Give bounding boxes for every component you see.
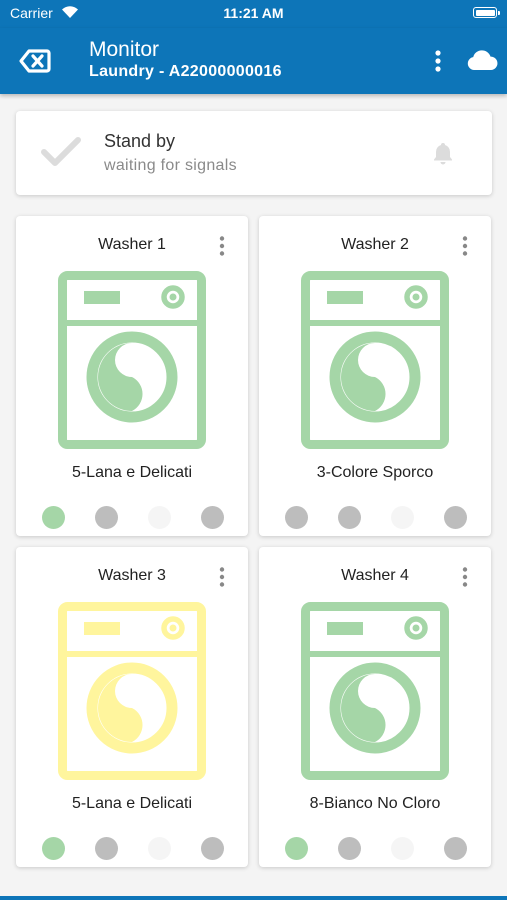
status-indicator <box>444 506 467 529</box>
page-title: Monitor <box>89 38 160 61</box>
more-vert-icon[interactable] <box>218 566 226 588</box>
status-indicator <box>95 506 118 529</box>
bell-icon[interactable] <box>432 141 454 165</box>
washer-program: 8-Bianco No Cloro <box>309 795 441 812</box>
washer-program: 3-Colore Sporco <box>316 464 434 481</box>
status-bar: Carrier 11:21 AM <box>0 0 507 28</box>
status-indicator <box>285 506 308 529</box>
page-subtitle: Laundry - A22000000016 <box>89 63 282 80</box>
washer-card-2[interactable]: Washer 2 3-Colore Sporco <box>259 216 491 536</box>
status-indicator <box>201 837 224 860</box>
status-card: Stand by waiting for signals <box>16 111 492 195</box>
washer-card-1[interactable]: Washer 1 5-Lana e Delicati <box>16 216 248 536</box>
more-vert-icon[interactable] <box>430 49 446 73</box>
washer-card-4[interactable]: Washer 4 8-Bianco No Cloro <box>259 547 491 867</box>
more-vert-icon[interactable] <box>218 235 226 257</box>
cloud-icon[interactable] <box>466 48 498 72</box>
status-indicator <box>42 837 65 860</box>
more-vert-icon[interactable] <box>461 235 469 257</box>
clock: 11:21 AM <box>223 5 284 21</box>
status-indicator <box>338 837 361 860</box>
washing-machine-icon <box>301 271 449 449</box>
check-icon <box>41 137 81 166</box>
header-titles: Monitor Laundry - A22000000016 <box>89 38 282 82</box>
washing-machine-icon <box>58 602 206 780</box>
status-subtitle: waiting for signals <box>104 157 237 174</box>
washer-name: Washer 2 <box>341 236 409 253</box>
status-indicator <box>42 506 65 529</box>
status-indicator <box>201 506 224 529</box>
app-bar: Monitor Laundry - A22000000016 <box>0 28 507 94</box>
washing-machine-icon <box>301 602 449 780</box>
washing-machine-icon <box>58 271 206 449</box>
washer-program: 5-Lana e Delicati <box>71 795 193 812</box>
status-indicator <box>391 837 414 860</box>
washer-card-3[interactable]: Washer 3 5-Lana e Delicati <box>16 547 248 867</box>
backspace-icon[interactable] <box>18 46 52 76</box>
status-indicator <box>338 506 361 529</box>
washer-name: Washer 4 <box>341 567 409 584</box>
status-indicator <box>95 837 118 860</box>
status-indicator <box>285 837 308 860</box>
bottom-edge <box>0 896 507 900</box>
washer-name: Washer 3 <box>98 567 166 584</box>
washer-name: Washer 1 <box>98 236 166 253</box>
washer-program: 5-Lana e Delicati <box>71 464 193 481</box>
more-vert-icon[interactable] <box>461 566 469 588</box>
status-indicator <box>148 506 171 529</box>
status-indicator <box>444 837 467 860</box>
status-indicator <box>391 506 414 529</box>
status-title: Stand by <box>104 131 176 151</box>
status-indicator <box>148 837 171 860</box>
battery-icon <box>473 7 500 18</box>
